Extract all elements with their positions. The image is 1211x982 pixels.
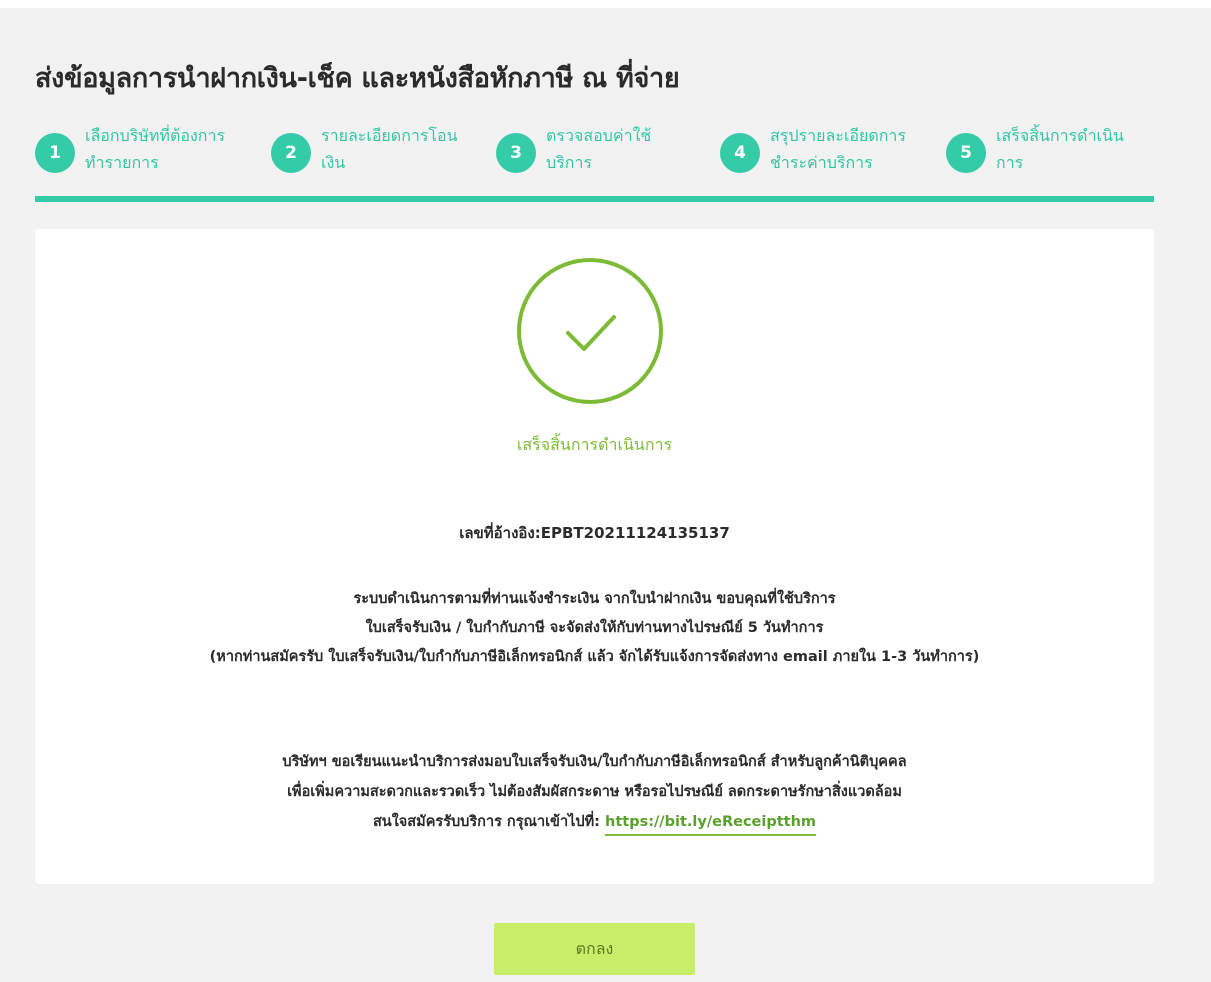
check-circle-icon [517, 258, 663, 404]
reference-number: เลขที่อ้างอิง:EPBT20211124135137 [459, 524, 730, 542]
promo-line: เพื่อเพิ่มความสะดวกและรวดเร็ว ไม่ต้องสัม… [287, 784, 902, 800]
step-label-line: สรุปรายละเอียดการ [770, 126, 906, 145]
step-number: 1 [35, 133, 75, 173]
step-number: 4 [720, 133, 760, 173]
step-number: 5 [946, 133, 986, 173]
info-line: ใบเสร็จรับเงิน / ใบกำกับภาษี จะจัดส่งให้… [365, 620, 824, 636]
ereceipt-link[interactable]: https://bit.ly/eReceiptthm [605, 814, 817, 836]
step-label: สรุปรายละเอียดการ ชำระค่าบริการ [770, 122, 940, 176]
step-number: 2 [271, 133, 311, 173]
progress-bar [35, 196, 1154, 202]
step-label-line: ตรวจสอบค่าใช้ [546, 126, 652, 145]
step-number: 3 [496, 133, 536, 173]
step-label-line: รายละเอียดการโอน [321, 126, 458, 145]
success-message: เสร็จสิ้นการดำเนินการ [516, 435, 673, 454]
stepper: 1 เลือกบริษัทที่ต้องการ ทำรายการ 2 รายละ… [35, 118, 1154, 180]
ok-button[interactable]: ตกลง [494, 923, 695, 975]
step-label-line: ทำรายการ [85, 153, 159, 172]
top-edge [0, 0, 1211, 8]
step-label: ตรวจสอบค่าใช้ บริการ [546, 122, 716, 176]
promo-prefix: สนใจสมัครรับบริการ กรุณาเข้าไปที่: [372, 814, 606, 830]
step-label-line: เลือกบริษัทที่ต้องการ [85, 126, 226, 145]
step-label-line: เสร็จสิ้นการดำเนิน [996, 126, 1124, 145]
step-label: เสร็จสิ้นการดำเนิน การ [996, 122, 1146, 176]
info-line: (หากท่านสมัครรับ ใบเสร็จรับเงิน/ใบกำกับภ… [209, 649, 980, 665]
info-text: ระบบดำเนินการตามที่ท่านแจ้งชำระเงิน จากใ… [35, 585, 1154, 672]
info-line: ระบบดำเนินการตามที่ท่านแจ้งชำระเงิน จากใ… [353, 591, 836, 607]
promo-signup-line: สนใจสมัครรับบริการ กรุณาเข้าไปที่: https… [35, 807, 1154, 837]
step-label-line: การ [996, 153, 1024, 172]
step-label-line: บริการ [546, 153, 593, 172]
page: ส่งข้อมูลการนำฝากเงิน-เช็ค และหนังสือหัก… [0, 0, 1211, 982]
promo-text: บริษัทฯ ขอเรียนแนะนำบริการส่งมอบใบเสร็จร… [35, 747, 1154, 837]
step-label: เลือกบริษัทที่ต้องการ ทำรายการ [85, 122, 255, 176]
promo-line: บริษัทฯ ขอเรียนแนะนำบริการส่งมอบใบเสร็จร… [282, 754, 907, 770]
step-label-line: เงิน [321, 153, 346, 172]
page-title: ส่งข้อมูลการนำฝากเงิน-เช็ค และหนังสือหัก… [35, 63, 680, 94]
step-label-line: ชำระค่าบริการ [770, 153, 873, 172]
step-label: รายละเอียดการโอน เงิน [321, 122, 491, 176]
